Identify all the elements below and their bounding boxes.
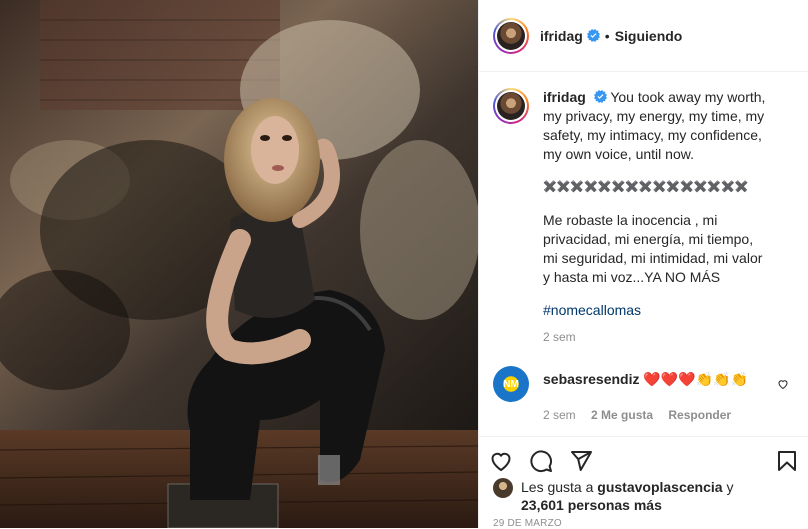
share-icon: [571, 450, 592, 471]
following-button[interactable]: Siguiendo: [615, 28, 683, 44]
comment-time[interactable]: 2 sem: [543, 408, 576, 422]
liker-username[interactable]: gustavoplascencia: [597, 479, 722, 495]
verified-badge-icon: [593, 90, 607, 103]
post-photo[interactable]: [0, 0, 478, 528]
comment-like-heart-icon[interactable]: [777, 378, 789, 390]
caption-username[interactable]: ifridag: [543, 89, 586, 105]
comment-meta: 2 sem 2 Me gusta Responder: [543, 408, 795, 422]
likes-prefix: Les gusta a: [521, 479, 594, 495]
comment-item: NM sebasresendiz ❤️❤️❤️👏👏👏: [493, 366, 795, 402]
caption-divider: ✖️✖️✖️✖️✖️✖️✖️✖️✖️✖️✖️✖️✖️✖️✖️: [543, 181, 749, 193]
comment-text: sebasresendiz ❤️❤️❤️👏👏👏: [543, 366, 748, 402]
reply-button[interactable]: Responder: [668, 408, 731, 422]
author-avatar[interactable]: [493, 17, 529, 54]
likes-conj: y: [726, 479, 734, 495]
like-button[interactable]: [489, 443, 529, 479]
commenter-avatar[interactable]: NM: [493, 366, 529, 402]
header-separator: •: [604, 27, 610, 44]
photo-illustration: [0, 0, 478, 528]
bookmark-icon: [778, 450, 796, 471]
post-header: ifridag • Siguiendo: [479, 0, 808, 72]
post-container: ifridag • Siguiendo ifridag You took awa…: [0, 0, 808, 529]
likes-summary: Les gusta a gustavoplascencia y 23,601 p…: [493, 478, 803, 514]
comments-area[interactable]: ifridag You took away my worth, my priva…: [479, 72, 808, 436]
hashtag-link[interactable]: #nomecallomas: [543, 302, 641, 318]
post-side-panel: ifridag • Siguiendo ifridag You took awa…: [478, 0, 808, 529]
caption-row: ifridag You took away my worth, my priva…: [493, 88, 795, 334]
likes-count[interactable]: 23,601 personas más: [521, 497, 662, 513]
action-bar: [479, 436, 808, 478]
commenter-username[interactable]: sebasresendiz: [543, 371, 640, 387]
verified-badge-icon: [586, 29, 600, 42]
heart-icon: [491, 452, 511, 471]
share-button[interactable]: [569, 443, 609, 479]
post-date[interactable]: 29 DE MARZO: [493, 518, 562, 529]
comment-likes[interactable]: 2 Me gusta: [591, 408, 653, 422]
comment-icon: [530, 449, 552, 472]
author-username[interactable]: ifridag: [540, 28, 583, 44]
caption-text: ifridag You took away my worth, my priva…: [543, 88, 769, 334]
comment-button[interactable]: [529, 443, 569, 479]
caption-avatar[interactable]: [493, 88, 529, 124]
comment-body: ❤️❤️❤️👏👏👏: [643, 371, 748, 387]
commenter-avatar-label: NM: [503, 378, 519, 390]
liker-avatar[interactable]: [493, 478, 513, 498]
save-button[interactable]: [759, 443, 799, 479]
caption-spanish: Me robaste la inocencia , mi privacidad,…: [543, 212, 763, 285]
